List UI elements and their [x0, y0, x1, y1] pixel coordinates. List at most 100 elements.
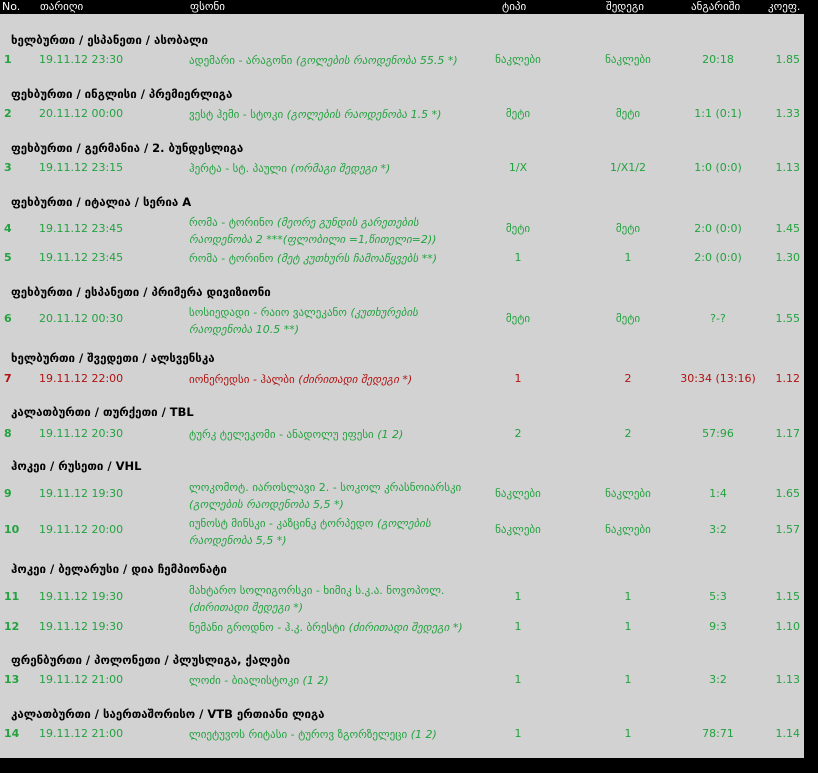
row-date: 19.11.12 23:45 — [39, 222, 124, 235]
row-event: რომა - ტორინო (მეტ კუთხურს ჩამოაწყვებს *… — [189, 250, 464, 267]
row-score: 5:3 — [709, 590, 727, 603]
row-date: 19.11.12 19:30 — [39, 590, 124, 603]
horizontal-scrollbar[interactable] — [0, 758, 818, 773]
header-event[interactable]: ფსონი — [190, 0, 225, 13]
row-event: იუნოსტ მინსკი - კაზცინკ ტორპედო (გოლების… — [189, 515, 464, 549]
row-coef: 1.85 — [775, 53, 801, 66]
row-coef: 1.13 — [775, 673, 801, 686]
row-type: 1 — [514, 590, 522, 603]
row-number: 13 — [4, 673, 20, 686]
row-type: 1/X — [508, 161, 528, 174]
row-number: 3 — [4, 161, 12, 174]
section-title: ხელბურთი / შვედეთი / ალსვენსკა — [11, 351, 215, 365]
row-number: 4 — [4, 222, 12, 235]
row-number: 8 — [4, 427, 12, 440]
row-type: 2 — [514, 427, 522, 440]
row-score: 2:0 (0:0) — [694, 251, 742, 264]
section-title: ხელბურთი / ესპანეთი / ასობალი — [11, 33, 208, 47]
header-date[interactable]: თარიღი — [40, 0, 83, 13]
section-title: კალათბურთი / თურქეთი / TBL — [11, 405, 194, 419]
row-coef: 1.13 — [775, 161, 801, 174]
row-number: 7 — [4, 372, 12, 385]
table-header: No. თარიღი ფსონი ტიპი შედეგი ანგარიში კო… — [0, 0, 804, 14]
row-type: ნაკლები — [495, 487, 541, 500]
row-event: სოსიედადი - რაიო ვალეკანო (კუთხურების რა… — [189, 304, 464, 338]
row-teams: ჰერტა - სტ. პაული — [189, 162, 287, 175]
row-teams: ლიეტუვოს რიტასი - ტუროვ ზგორზელეცი — [189, 728, 408, 741]
row-event: ლიეტუვოს რიტასი - ტუროვ ზგორზელეცი (1 2) — [189, 726, 464, 743]
row-date: 19.11.12 21:00 — [39, 727, 124, 740]
row-score: 3:2 — [709, 673, 727, 686]
row-score: 3:2 — [709, 523, 727, 536]
row-score: 2:0 (0:0) — [694, 222, 742, 235]
row-number: 11 — [4, 590, 20, 603]
header-coef[interactable]: კოეფ. — [768, 0, 800, 13]
row-score: ?-? — [710, 312, 726, 325]
vertical-scrollbar[interactable] — [804, 0, 818, 773]
header-type[interactable]: ტიპი — [502, 0, 526, 13]
row-note: (ძირითადი შედეგი *) — [298, 373, 413, 386]
row-type: 1 — [514, 727, 522, 740]
header-no[interactable]: No. — [2, 0, 20, 13]
row-event: რომა - ტორინო (მეორე გუნდის გარეთების რა… — [189, 214, 464, 248]
row-event: ჰერტა - სტ. პაული (ორმაგი შედეგი *) — [189, 160, 464, 177]
row-date: 19.11.12 20:00 — [39, 523, 124, 536]
row-type: 1 — [514, 620, 522, 633]
row-date: 19.11.12 21:00 — [39, 673, 124, 686]
section-title: ფეხბურთი / იტალია / სერია A — [11, 195, 192, 209]
row-date: 19.11.12 22:00 — [39, 372, 124, 385]
row-type: 1 — [514, 251, 522, 264]
row-teams: ნემანი გროდნო - ჰ.კ. ბრესტი — [189, 621, 346, 634]
row-coef: 1.57 — [775, 523, 801, 536]
row-date: 19.11.12 23:15 — [39, 161, 124, 174]
row-score: 1:0 (0:0) — [694, 161, 742, 174]
row-teams: მახტარო სოლიგორსკი - ხიმიკ ს.კ.ა. ნოვოპო… — [189, 584, 445, 597]
row-type: ნაკლები — [495, 53, 541, 66]
row-date: 20.11.12 00:30 — [39, 312, 124, 325]
row-event: იონერედსი - ჰალბი (ძირითადი შედეგი *) — [189, 371, 464, 388]
row-date: 20.11.12 00:00 — [39, 107, 124, 120]
row-type: 1 — [514, 372, 522, 385]
row-teams: ადემარი - არაგონი — [189, 54, 293, 67]
row-teams: იონერედსი - ჰალბი — [189, 373, 295, 386]
row-coef: 1.55 — [775, 312, 801, 325]
row-note: (1 2) — [377, 428, 404, 441]
row-coef: 1.10 — [775, 620, 801, 633]
header-result[interactable]: შედეგი — [606, 0, 644, 13]
bet-slip-table: No. თარიღი ფსონი ტიპი შედეგი ანგარიში კო… — [0, 0, 804, 758]
row-teams: ლოკომოტ. იაროსლავი 2. - სოკოლ კრასნოიარს… — [189, 481, 462, 494]
row-event: ტურკ ტელეკომი - ანადოლუ ეფესი (1 2) — [189, 426, 464, 443]
header-score[interactable]: ანგარიში — [691, 0, 740, 13]
row-date: 19.11.12 23:45 — [39, 251, 124, 264]
row-coef: 1.12 — [775, 372, 801, 385]
row-teams: რომა - ტორინო — [189, 216, 274, 229]
row-score: 9:3 — [709, 620, 727, 633]
row-note: (გოლების რაოდენობა 1.5 *) — [286, 108, 442, 121]
row-number: 5 — [4, 251, 12, 264]
row-type: მეტი — [505, 222, 531, 235]
row-note: (1 2) — [302, 674, 329, 687]
section-title: ჰოკეი / ბელარუსი / დია ჩემპიონატი — [11, 562, 227, 576]
row-number: 9 — [4, 487, 12, 500]
section-title: ფრენბურთი / პოლონეთი / პლუსლიგა, ქალები — [11, 653, 290, 667]
row-event: ნემანი გროდნო - ჰ.კ. ბრესტი (ძირითადი შე… — [189, 619, 464, 636]
row-teams: ტურკ ტელეკომი - ანადოლუ ეფესი — [189, 428, 374, 441]
row-note: (გოლების რაოდენობა 5,5 *) — [189, 498, 344, 511]
row-note: (ძირითადი შედეგი *) — [348, 621, 463, 634]
row-coef: 1.17 — [775, 427, 801, 440]
row-coef: 1.30 — [775, 251, 801, 264]
row-number: 6 — [4, 312, 12, 325]
row-score: 30:34 (13:16) — [680, 372, 756, 385]
row-coef: 1.33 — [775, 107, 801, 120]
row-score: 1:4 — [709, 487, 727, 500]
row-note: (მეტ კუთხურს ჩამოაწყვებს **) — [276, 252, 438, 265]
row-number: 2 — [4, 107, 12, 120]
row-teams: იუნოსტ მინსკი - კაზცინკ ტორპედო — [189, 517, 374, 530]
row-date: 19.11.12 19:30 — [39, 620, 124, 633]
row-note: (ძირითადი შედეგი *) — [189, 601, 303, 614]
row-teams: ლოძი - ბიალისტოკი — [189, 674, 300, 687]
row-note: (ორმაგი შედეგი *) — [290, 162, 391, 175]
row-type: ნაკლები — [495, 523, 541, 536]
row-note: (1 2) — [410, 728, 437, 741]
row-coef: 1.65 — [775, 487, 801, 500]
